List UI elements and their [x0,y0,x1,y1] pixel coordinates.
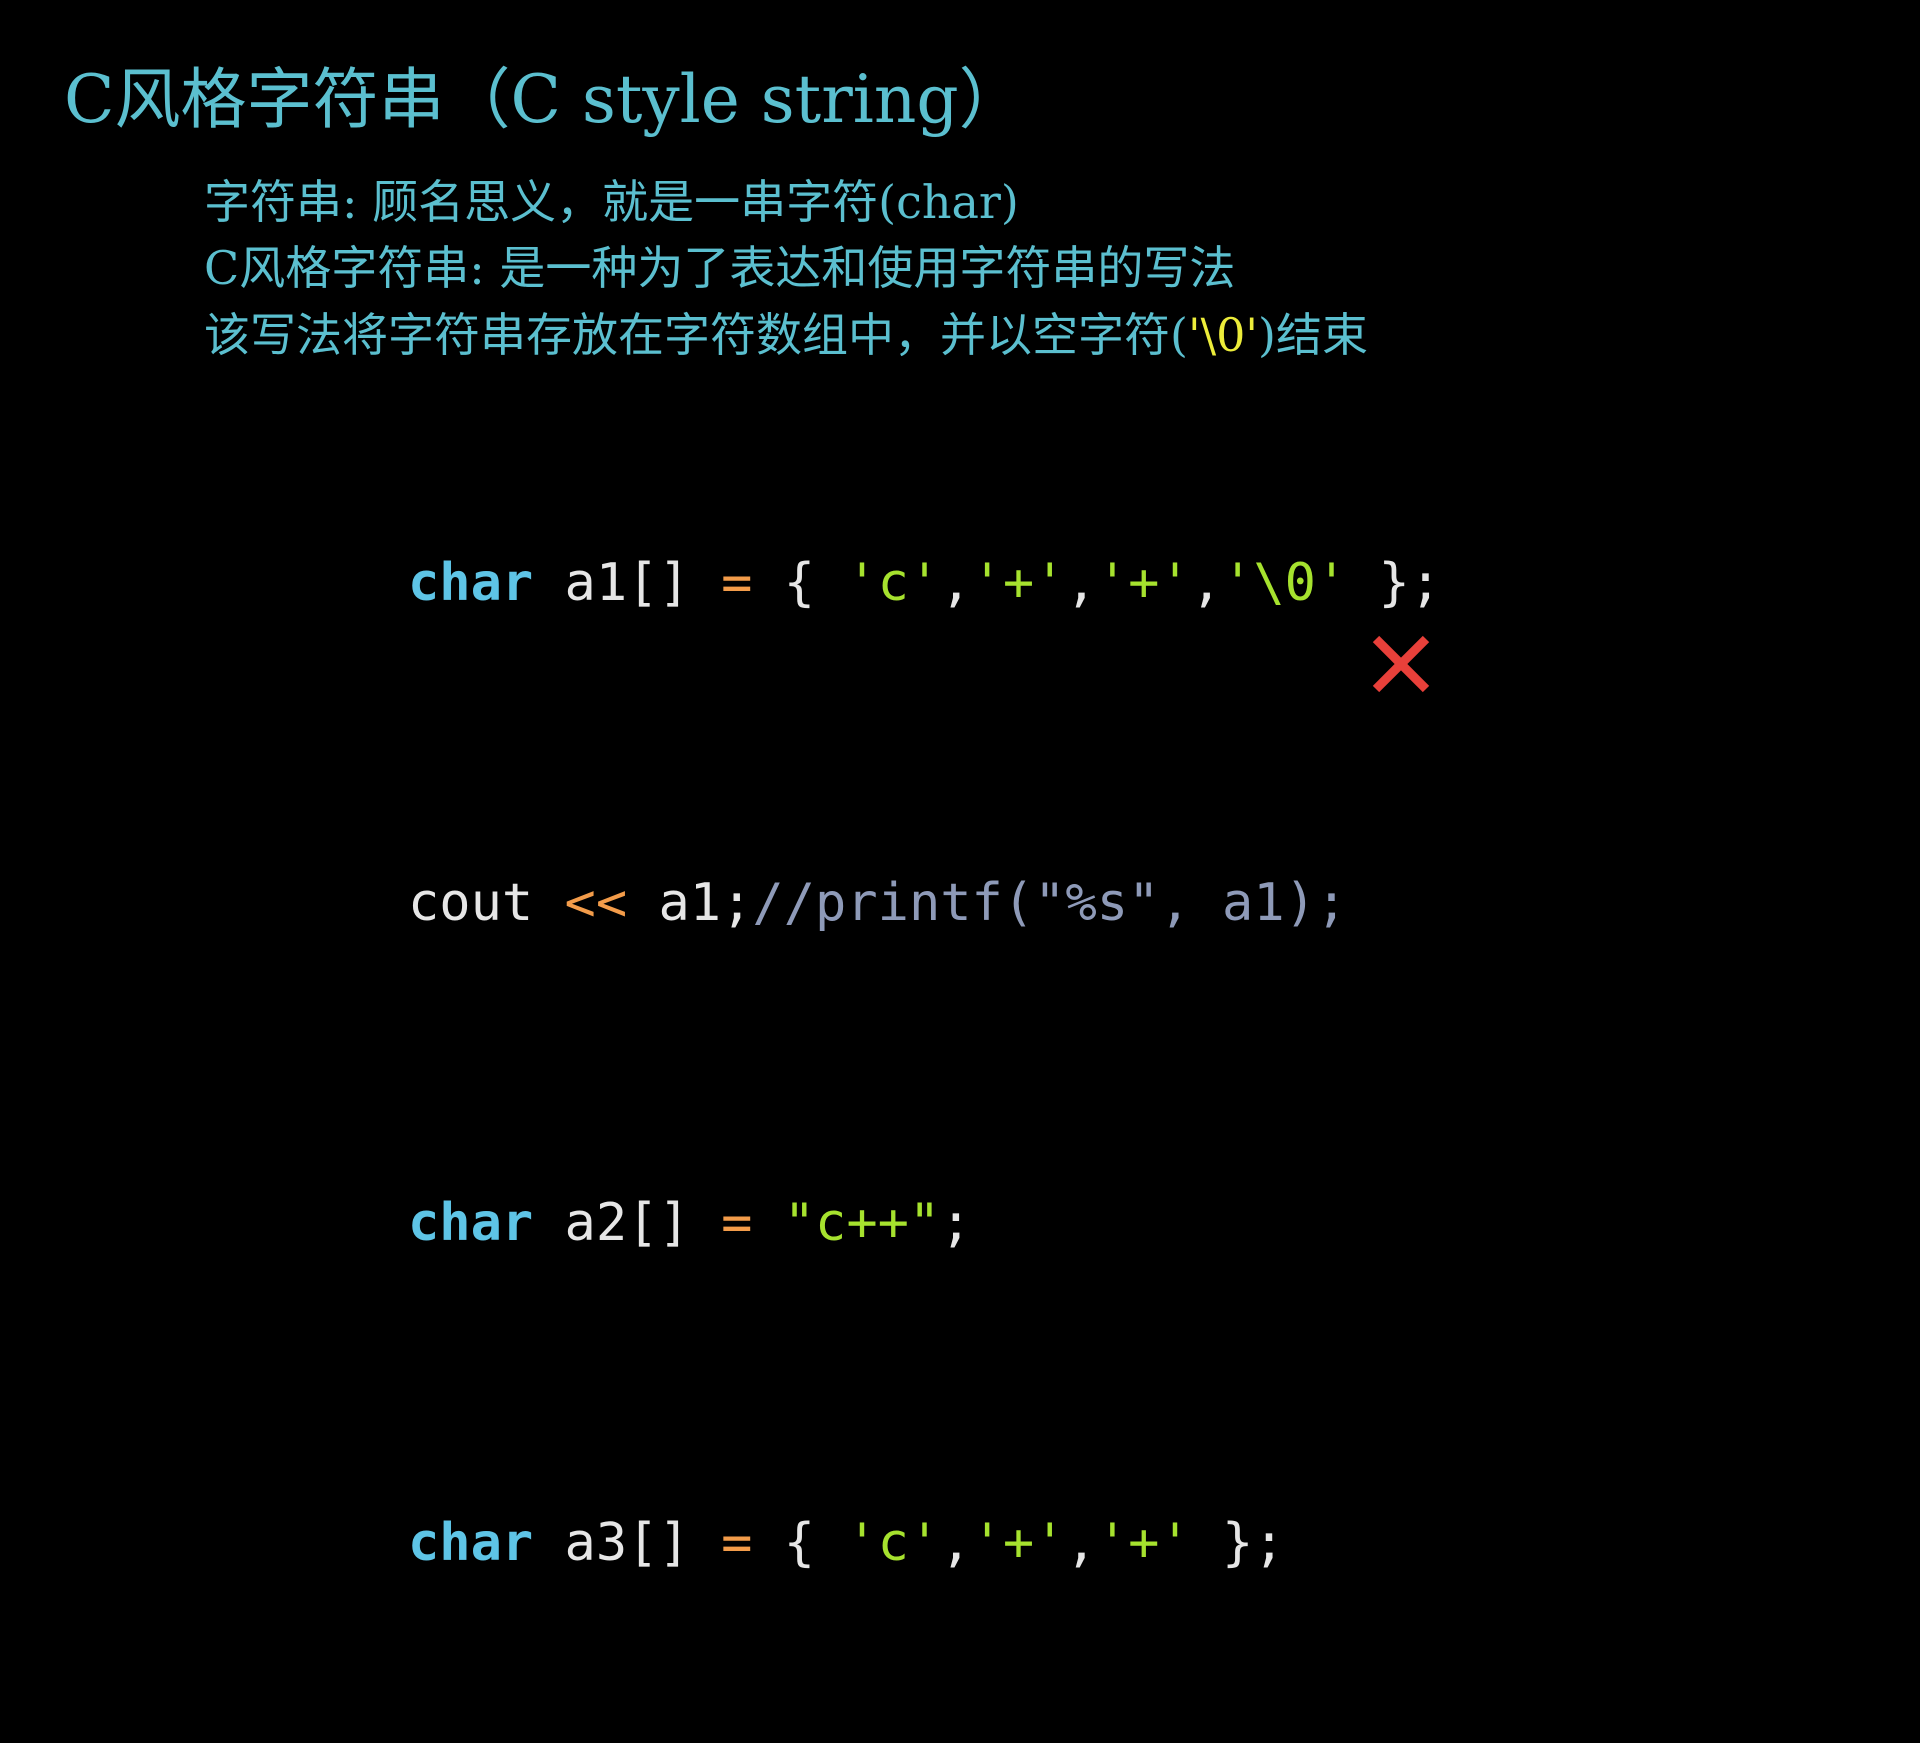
null-terminator-text-after: )结束 [1258,308,1368,362]
comma: , [1065,1513,1097,1573]
definition-line-string: 字符串: 顾名思义，就是一串字符(char) [204,175,1019,229]
code-block: char a1[] = { 'c','+','+','\0' }; cout <… [408,383,1441,1743]
identifier-cout: cout [408,873,565,933]
keyword-char: char [408,1513,534,1573]
code-line-a2: char a2[] = "c++"; [408,1183,1441,1263]
code-line-a1: char a1[] = { 'c','+','+','\0' }; [408,543,1441,623]
char-literal: '+' [971,1513,1066,1573]
slide: C风格字符串（C style string） 字符串: 顾名思义，就是一串字符(… [0,0,1920,1573]
identifier-a3: a3[] [533,1513,722,1573]
assign-operator: = [721,1513,753,1573]
stream-operator: << [564,873,628,933]
char-literal: 'c' [846,553,941,613]
identifier-a1-statement: a1; [627,873,753,933]
cross-icon [1372,635,1430,693]
comma: , [940,1513,972,1573]
comma: , [1065,553,1097,613]
char-literal: '+' [971,553,1066,613]
printf-comment: //printf("%s", a1); [752,873,1348,933]
code-line-a3: char a3[] = { 'c','+','+' }; [408,1503,1441,1583]
close-brace: }; [1190,1513,1285,1573]
assign-operator: = [721,1193,753,1253]
semicolon: ; [940,1193,972,1253]
identifier-a2: a2[] [533,1193,722,1253]
code-line-cout: cout << a1;//printf("%s", a1); [408,863,1441,943]
null-char-literal: '\0' [1222,553,1348,613]
close-brace: }; [1347,553,1442,613]
definition-line-null-terminator: 该写法将字符串存放在字符数组中，并以空字符('\0')结束 [204,305,1368,365]
open-brace: { [752,1513,847,1573]
slide-title: C风格字符串（C style string） [64,61,1025,138]
definition-line-c-style: C风格字符串: 是一种为了表达和使用字符串的写法 [204,241,1236,295]
null-terminator-text-before: 该写法将字符串存放在字符数组中，并以空字符( [204,308,1188,362]
open-brace: { [752,553,847,613]
null-char-highlight: '\0' [1187,308,1259,362]
keyword-char: char [408,553,534,613]
identifier-a1: a1[] [533,553,722,613]
string-literal: "c++" [783,1193,941,1253]
comma: , [940,553,972,613]
assign-operator: = [721,553,753,613]
char-literal: 'c' [846,1513,941,1573]
keyword-char: char [408,1193,534,1253]
char-literal: '+' [1096,553,1191,613]
comma: , [1190,553,1223,613]
char-literal: '+' [1096,1513,1191,1573]
